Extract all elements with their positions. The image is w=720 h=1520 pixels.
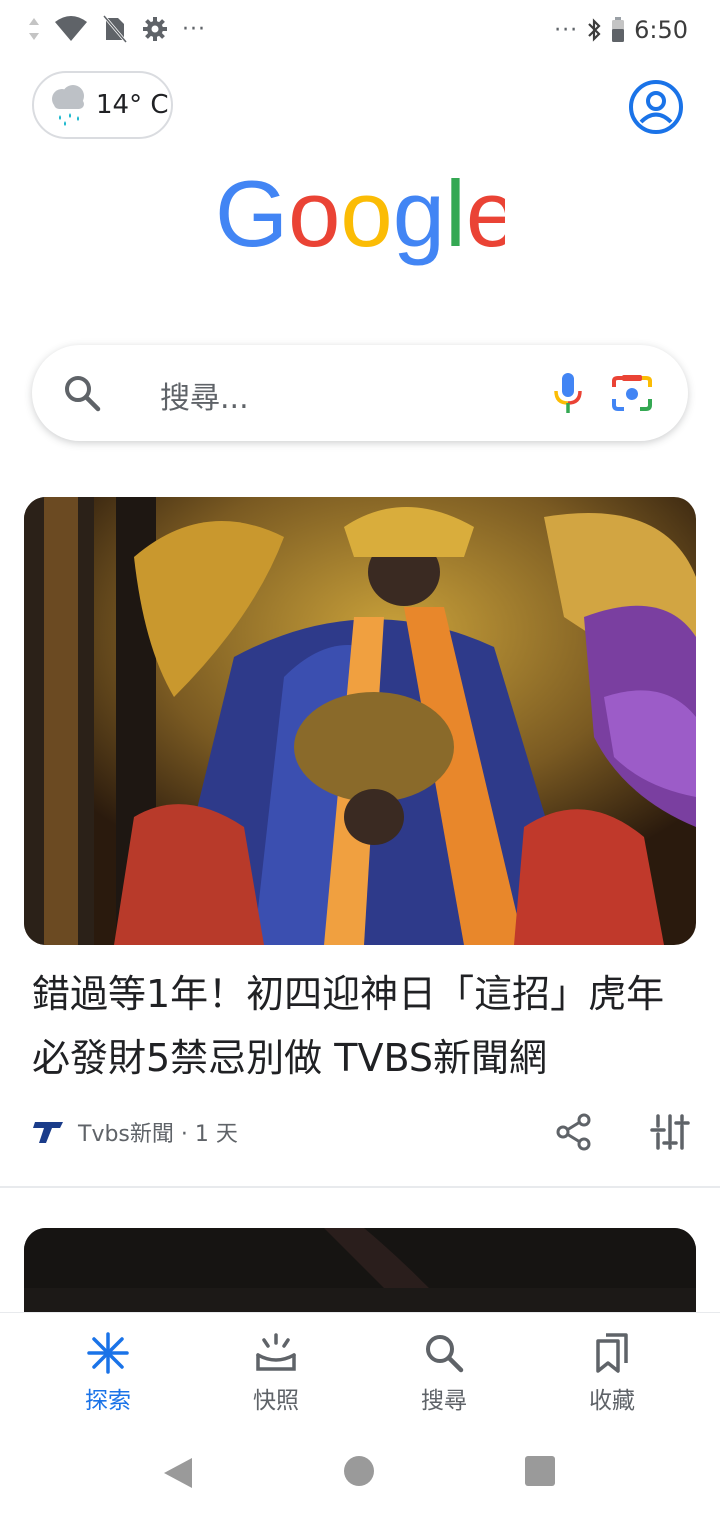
wifi-icon	[55, 16, 87, 41]
search-bar[interactable]: 搜尋...	[32, 345, 688, 441]
account-circle-icon	[629, 80, 683, 134]
feed-divider	[0, 1186, 720, 1188]
battery-icon	[612, 17, 625, 42]
nav-collections[interactable]: 收藏	[528, 1313, 696, 1422]
weather-temperature: 14° C	[96, 90, 169, 120]
home-icon[interactable]	[344, 1456, 374, 1486]
article-source-text: Tvbs新聞 · 1 天	[78, 1122, 238, 1147]
bottom-navigation: 探索 快照 搜尋 收藏	[0, 1312, 720, 1422]
recent-apps-icon[interactable]	[525, 1456, 555, 1486]
bluetooth-icon	[588, 18, 601, 42]
article-photo	[24, 497, 696, 945]
google-logo-graphic: Google	[215, 161, 518, 266]
collections-bookmark-icon	[596, 1333, 628, 1373]
nav-label: 搜尋	[421, 1388, 467, 1414]
svg-text:Google: Google	[215, 170, 505, 266]
back-icon[interactable]	[162, 1456, 194, 1490]
snapshot-icon	[256, 1333, 296, 1371]
article-title[interactable]: 錯過等1年！初四迎神日「這招」虎年必發財5禁忌別做 TVBS新聞網	[32, 962, 692, 1090]
article-image[interactable]	[24, 497, 696, 945]
search-icon	[426, 1335, 464, 1373]
status-bar: ··· ··· 6:50	[0, 0, 720, 62]
nav-label: 探索	[85, 1388, 131, 1414]
rain-cloud-icon	[52, 85, 84, 126]
nav-label: 收藏	[589, 1388, 635, 1414]
search-input[interactable]: 搜尋...	[160, 373, 249, 417]
google-lens-icon[interactable]	[610, 373, 654, 413]
data-arrows-icon	[29, 18, 39, 40]
nav-snapshot[interactable]: 快照	[192, 1313, 360, 1422]
discover-asterisk-icon	[87, 1332, 129, 1374]
share-icon	[556, 1113, 591, 1151]
no-sim-icon	[102, 15, 128, 43]
google-logo: Google	[0, 161, 720, 274]
settings-gear-icon	[143, 17, 167, 41]
search-icon	[65, 376, 101, 412]
system-navigation-bar	[0, 1422, 720, 1520]
status-time: 6:50	[634, 16, 688, 44]
share-button[interactable]	[554, 1112, 594, 1152]
more-dots-icon: ···	[182, 16, 206, 42]
more-dots-icon: ···	[554, 17, 579, 43]
article-source: Tvbs新聞 · 1 天	[32, 1116, 238, 1148]
weather-chip[interactable]: 14° C	[32, 71, 173, 139]
status-right-icons: ··· 6:50	[554, 16, 688, 44]
tvbs-logo-icon	[33, 1122, 63, 1143]
status-left-icons: ···	[28, 14, 206, 44]
microphone-icon[interactable]	[548, 369, 588, 417]
nav-label: 快照	[253, 1388, 299, 1414]
customize-button[interactable]	[650, 1112, 690, 1152]
tune-icon	[650, 1114, 690, 1150]
nav-search[interactable]: 搜尋	[360, 1313, 528, 1422]
nav-discover[interactable]: 探索	[24, 1313, 192, 1422]
account-button[interactable]	[626, 77, 686, 137]
